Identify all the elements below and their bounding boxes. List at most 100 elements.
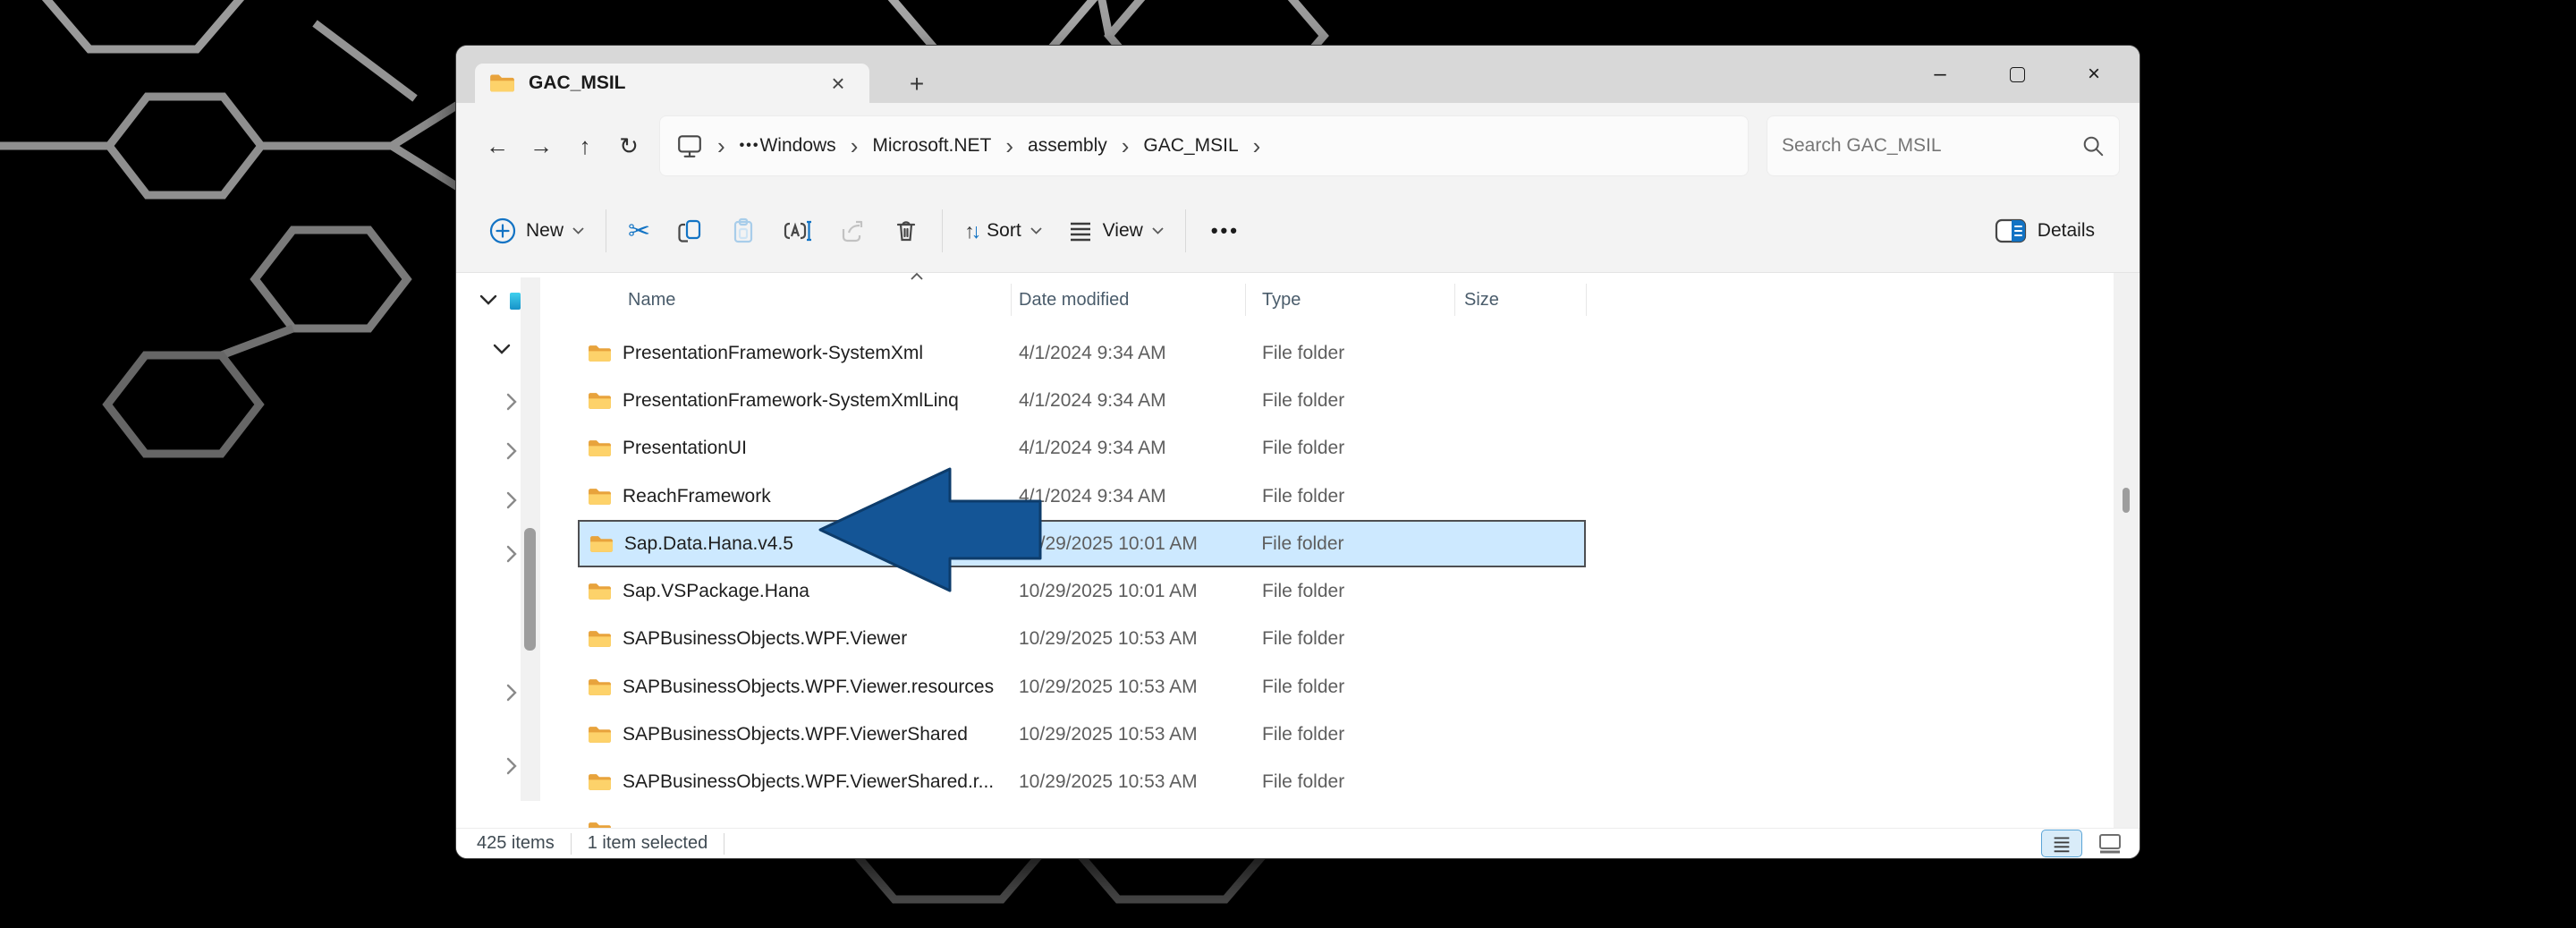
file-row[interactable]: ReachFramework 4/1/2024 9:34 AM File fol… — [578, 473, 1586, 520]
breadcrumb-segment[interactable]: Microsoft.NET — [872, 135, 991, 157]
breadcrumb-separator[interactable]: › — [991, 132, 1028, 160]
new-tab-button[interactable]: + — [900, 69, 934, 99]
status-bar: 425 items 1 item selected — [456, 828, 2140, 858]
forward-button[interactable]: → — [523, 129, 559, 165]
column-header-date-modified[interactable]: Date modified — [1011, 290, 1245, 311]
title-bar[interactable]: GAC_MSIL × + – × — [456, 46, 2140, 103]
file-row[interactable]: SAPBusinessObjects.WPF.Viewer.resources … — [578, 663, 1586, 711]
file-row[interactable] — [578, 806, 1586, 828]
chevron-down-icon — [572, 227, 584, 234]
file-type: File folder — [1245, 677, 1454, 698]
file-name: Sap.Data.Hana.v4.5 — [624, 533, 1011, 555]
thumbnail-view-toggle[interactable] — [2089, 830, 2131, 857]
folder-icon — [578, 629, 623, 649]
new-button[interactable]: New — [476, 203, 597, 259]
refresh-button[interactable]: ↻ — [611, 129, 647, 165]
file-type: File folder — [1245, 771, 1454, 793]
address-bar-row: ← → ↑ ↻ › ••• Windows›Microsoft.NET›asse… — [456, 103, 2140, 190]
details-pane-icon — [1995, 218, 2027, 243]
column-divider[interactable] — [1011, 284, 1012, 316]
column-header-name[interactable]: Name — [578, 290, 1011, 311]
file-date-modified: 4/1/2024 9:34 AM — [1011, 486, 1245, 507]
column-divider[interactable] — [1454, 284, 1455, 316]
file-date-modified: 4/1/2024 9:34 AM — [1011, 343, 1245, 364]
paste-button[interactable] — [716, 203, 770, 259]
breadcrumb-segment[interactable]: GAC_MSIL — [1143, 135, 1238, 157]
tree-expand-chevron[interactable] — [506, 757, 517, 775]
maximize-button[interactable] — [1979, 46, 2055, 103]
up-button[interactable]: ↑ — [567, 129, 603, 165]
details-view-icon — [2050, 832, 2073, 856]
copy-icon — [675, 217, 704, 245]
breadcrumb[interactable]: › ••• Windows›Microsoft.NET›assembly›GAC… — [659, 115, 1749, 176]
back-button[interactable]: ← — [479, 129, 515, 165]
file-type: File folder — [1245, 438, 1454, 459]
file-type: File folder — [1244, 533, 1453, 555]
search-input[interactable] — [1782, 135, 2081, 157]
sort-button-label: Sort — [987, 220, 1021, 242]
folder-icon — [578, 772, 623, 792]
file-row[interactable]: Sap.Data.Hana.v4.5 10/29/2025 10:01 AM F… — [578, 520, 1586, 567]
sort-button[interactable]: ↑↓ Sort — [952, 203, 1055, 259]
nav-pane-scrollbar-thumb[interactable] — [524, 528, 536, 651]
close-button[interactable]: × — [2055, 46, 2132, 103]
minimize-button[interactable]: – — [1902, 46, 1979, 103]
file-row[interactable]: Sap.VSPackage.Hana 10/29/2025 10:01 AM F… — [578, 567, 1586, 615]
file-name: SAPBusinessObjects.WPF.Viewer — [623, 628, 1011, 650]
file-date-modified: 10/29/2025 10:53 AM — [1011, 677, 1245, 698]
tree-collapse-chevron[interactable] — [493, 344, 511, 354]
tree-expand-chevron[interactable] — [506, 491, 517, 509]
breadcrumb-segment[interactable]: assembly — [1028, 135, 1107, 157]
file-row[interactable]: PresentationFramework-SystemXmlLinq 4/1/… — [578, 377, 1586, 424]
tab-close-button[interactable]: × — [823, 68, 853, 98]
details-pane-button[interactable]: Details — [1982, 203, 2107, 259]
file-row[interactable]: SAPBusinessObjects.WPF.ViewerShared.r...… — [578, 759, 1586, 806]
file-name: PresentationUI — [623, 438, 1011, 459]
tree-collapse-chevron[interactable] — [479, 294, 497, 305]
thumbnail-view-icon — [2097, 832, 2123, 856]
file-row[interactable]: PresentationFramework-SystemXml 4/1/2024… — [578, 329, 1586, 377]
file-date-modified: 10/29/2025 10:53 AM — [1011, 628, 1245, 650]
folder-icon — [578, 582, 623, 601]
view-button[interactable]: View — [1055, 203, 1176, 259]
tree-expand-chevron[interactable] — [506, 442, 517, 460]
sort-icon: ↑↓ — [964, 219, 978, 243]
folder-icon — [578, 438, 623, 458]
status-divider — [571, 833, 572, 855]
tree-expand-chevron[interactable] — [506, 684, 517, 702]
column-header-size[interactable]: Size — [1454, 290, 1586, 311]
column-divider[interactable] — [1245, 284, 1246, 316]
file-row[interactable]: PresentationUI 4/1/2024 9:34 AM File fol… — [578, 425, 1586, 473]
breadcrumb-separator[interactable]: › — [1239, 132, 1275, 160]
cut-button[interactable]: ✂ — [615, 203, 663, 259]
see-more-button[interactable]: ••• — [1195, 219, 1256, 243]
rename-button[interactable] — [770, 203, 826, 259]
breadcrumb-separator[interactable]: › — [1107, 132, 1144, 160]
file-name: SAPBusinessObjects.WPF.ViewerShared — [623, 724, 1011, 745]
explorer-tab[interactable]: GAC_MSIL × — [475, 64, 869, 103]
file-name: PresentationFramework-SystemXmlLinq — [623, 390, 1011, 412]
close-icon: × — [2088, 62, 2100, 87]
file-list-scrollbar-track[interactable] — [2114, 273, 2139, 828]
file-list-scrollbar-thumb[interactable] — [2123, 488, 2130, 513]
tree-expand-chevron[interactable] — [506, 393, 517, 411]
breadcrumb-separator[interactable]: › — [836, 132, 873, 160]
column-header-type[interactable]: Type — [1245, 290, 1454, 311]
file-row[interactable]: SAPBusinessObjects.WPF.Viewer 10/29/2025… — [578, 616, 1586, 663]
search-box[interactable] — [1767, 115, 2120, 176]
file-row[interactable]: SAPBusinessObjects.WPF.ViewerShared 10/2… — [578, 711, 1586, 758]
file-type: File folder — [1245, 343, 1454, 364]
delete-button[interactable] — [879, 203, 933, 259]
file-date-modified: 10/29/2025 10:01 AM — [1011, 581, 1245, 602]
breadcrumb-overflow-button[interactable]: ••• — [740, 138, 760, 154]
details-view-toggle[interactable] — [2041, 830, 2082, 857]
column-divider[interactable] — [1586, 284, 1587, 316]
column-headers: Name Date modified Type Size — [578, 279, 1707, 320]
item-count: 425 items — [477, 833, 555, 854]
tree-expand-chevron[interactable] — [506, 545, 517, 563]
share-button[interactable] — [826, 203, 879, 259]
file-name: SAPBusinessObjects.WPF.ViewerShared.r... — [623, 771, 1011, 793]
breadcrumb-segment[interactable]: Windows — [759, 135, 835, 157]
file-date-modified: 10/29/2025 10:01 AM — [1011, 533, 1244, 555]
copy-button[interactable] — [663, 203, 716, 259]
